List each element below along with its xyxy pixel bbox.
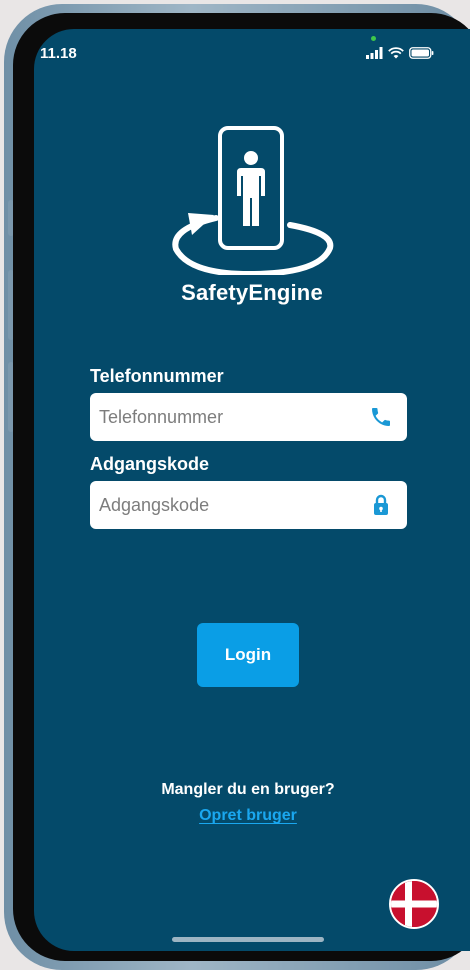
- create-user-link[interactable]: Opret bruger: [0, 807, 470, 825]
- home-indicator: [172, 937, 324, 942]
- phone-icon: [372, 408, 390, 426]
- password-field[interactable]: [90, 481, 407, 529]
- password-label: Adgangskode: [90, 454, 210, 474]
- flag-cross: [391, 881, 437, 927]
- privacy-indicator: [371, 36, 376, 41]
- safetyengine-logo: [172, 126, 334, 275]
- phone-input[interactable]: [97, 405, 351, 429]
- signal-icon: [366, 47, 383, 59]
- status-time: 11.18: [40, 45, 77, 62]
- login-button[interactable]: Login: [197, 623, 299, 687]
- status-icons: [366, 47, 434, 59]
- password-input[interactable]: [97, 493, 351, 517]
- denmark-flag-icon[interactable]: [389, 879, 439, 929]
- lock-icon: [374, 494, 388, 515]
- phone-label: Telefonnummer: [90, 366, 224, 386]
- signup-prompt: Mangler du en bruger?: [161, 781, 335, 798]
- battery-icon: [409, 47, 434, 59]
- wifi-icon: [388, 47, 404, 59]
- phone-field[interactable]: [90, 393, 407, 441]
- brand-name: SafetyEngine: [181, 280, 323, 305]
